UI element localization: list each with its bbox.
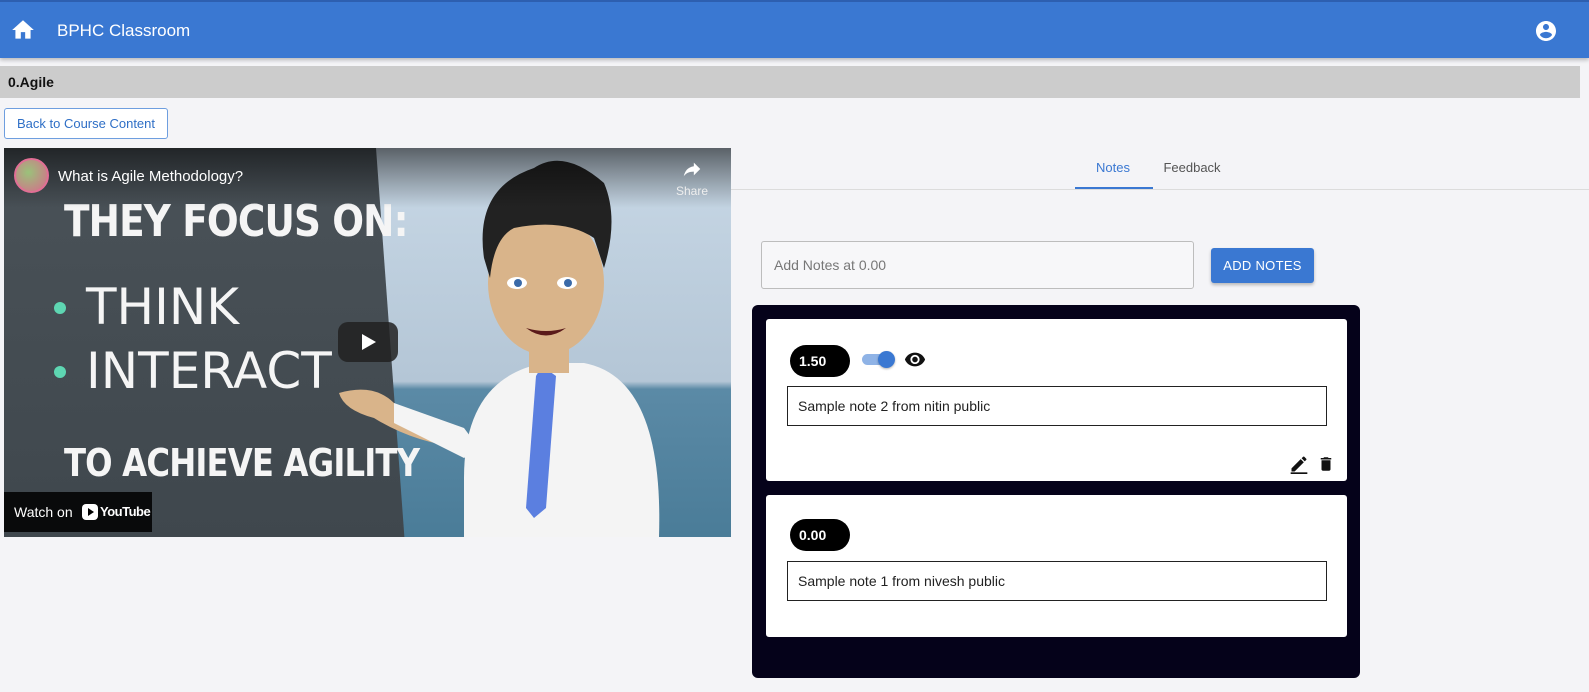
account-circle-icon[interactable] [1534,19,1558,43]
note-text: Sample note 1 from nivesh public [787,561,1327,601]
app-bar: BPHC Classroom [0,0,1589,58]
note-timestamp-badge[interactable]: 1.50 [790,345,850,377]
home-icon[interactable] [10,17,36,43]
edit-icon[interactable] [1289,454,1309,474]
notes-feedback-tabs: Notes Feedback [731,148,1589,190]
bullet-icon [54,302,66,314]
note-visibility-toggle[interactable] [862,351,896,368]
video-frame-text: INTERACT [86,342,332,400]
share-label: Share [675,184,709,198]
active-tab-indicator [1075,187,1153,189]
delete-icon[interactable] [1317,454,1335,474]
channel-avatar[interactable] [14,158,49,193]
youtube-wordmark: YouTube [100,504,151,519]
course-title-bar: 0.Agile [0,66,1580,98]
play-icon [362,334,376,350]
video-player[interactable]: THEY FOCUS ON: THINK INTERACT TO ACHIEVE… [4,148,731,537]
app-title: BPHC Classroom [57,21,191,40]
tab-notes[interactable]: Notes [1074,160,1152,175]
video-title[interactable]: What is Agile Methodology? [58,168,243,185]
course-title: 0.Agile [8,74,54,90]
share-icon [683,162,701,177]
add-notes-button[interactable]: ADD NOTES [1211,248,1314,283]
note-card: 0.00 Sample note 1 from nivesh public [766,495,1347,637]
note-timestamp-badge[interactable]: 0.00 [790,519,850,551]
notes-list-panel: 1.50 Sample note 2 from nitin public 0.0… [752,305,1360,678]
toggle-thumb [878,351,895,368]
note-card: 1.50 Sample note 2 from nitin public [766,319,1347,481]
tab-feedback[interactable]: Feedback [1157,160,1227,175]
add-notes-input[interactable] [761,241,1194,289]
share-button[interactable]: Share [672,158,712,202]
watch-on-youtube-button[interactable]: Watch on YouTube [4,492,152,532]
eye-icon [904,351,926,367]
back-to-course-button[interactable]: Back to Course Content [4,108,168,139]
note-text: Sample note 2 from nitin public [787,386,1327,426]
bullet-icon [54,366,66,378]
play-button[interactable] [338,322,398,362]
watch-on-label: Watch on [14,504,73,520]
video-frame-text: THINK [86,278,240,336]
